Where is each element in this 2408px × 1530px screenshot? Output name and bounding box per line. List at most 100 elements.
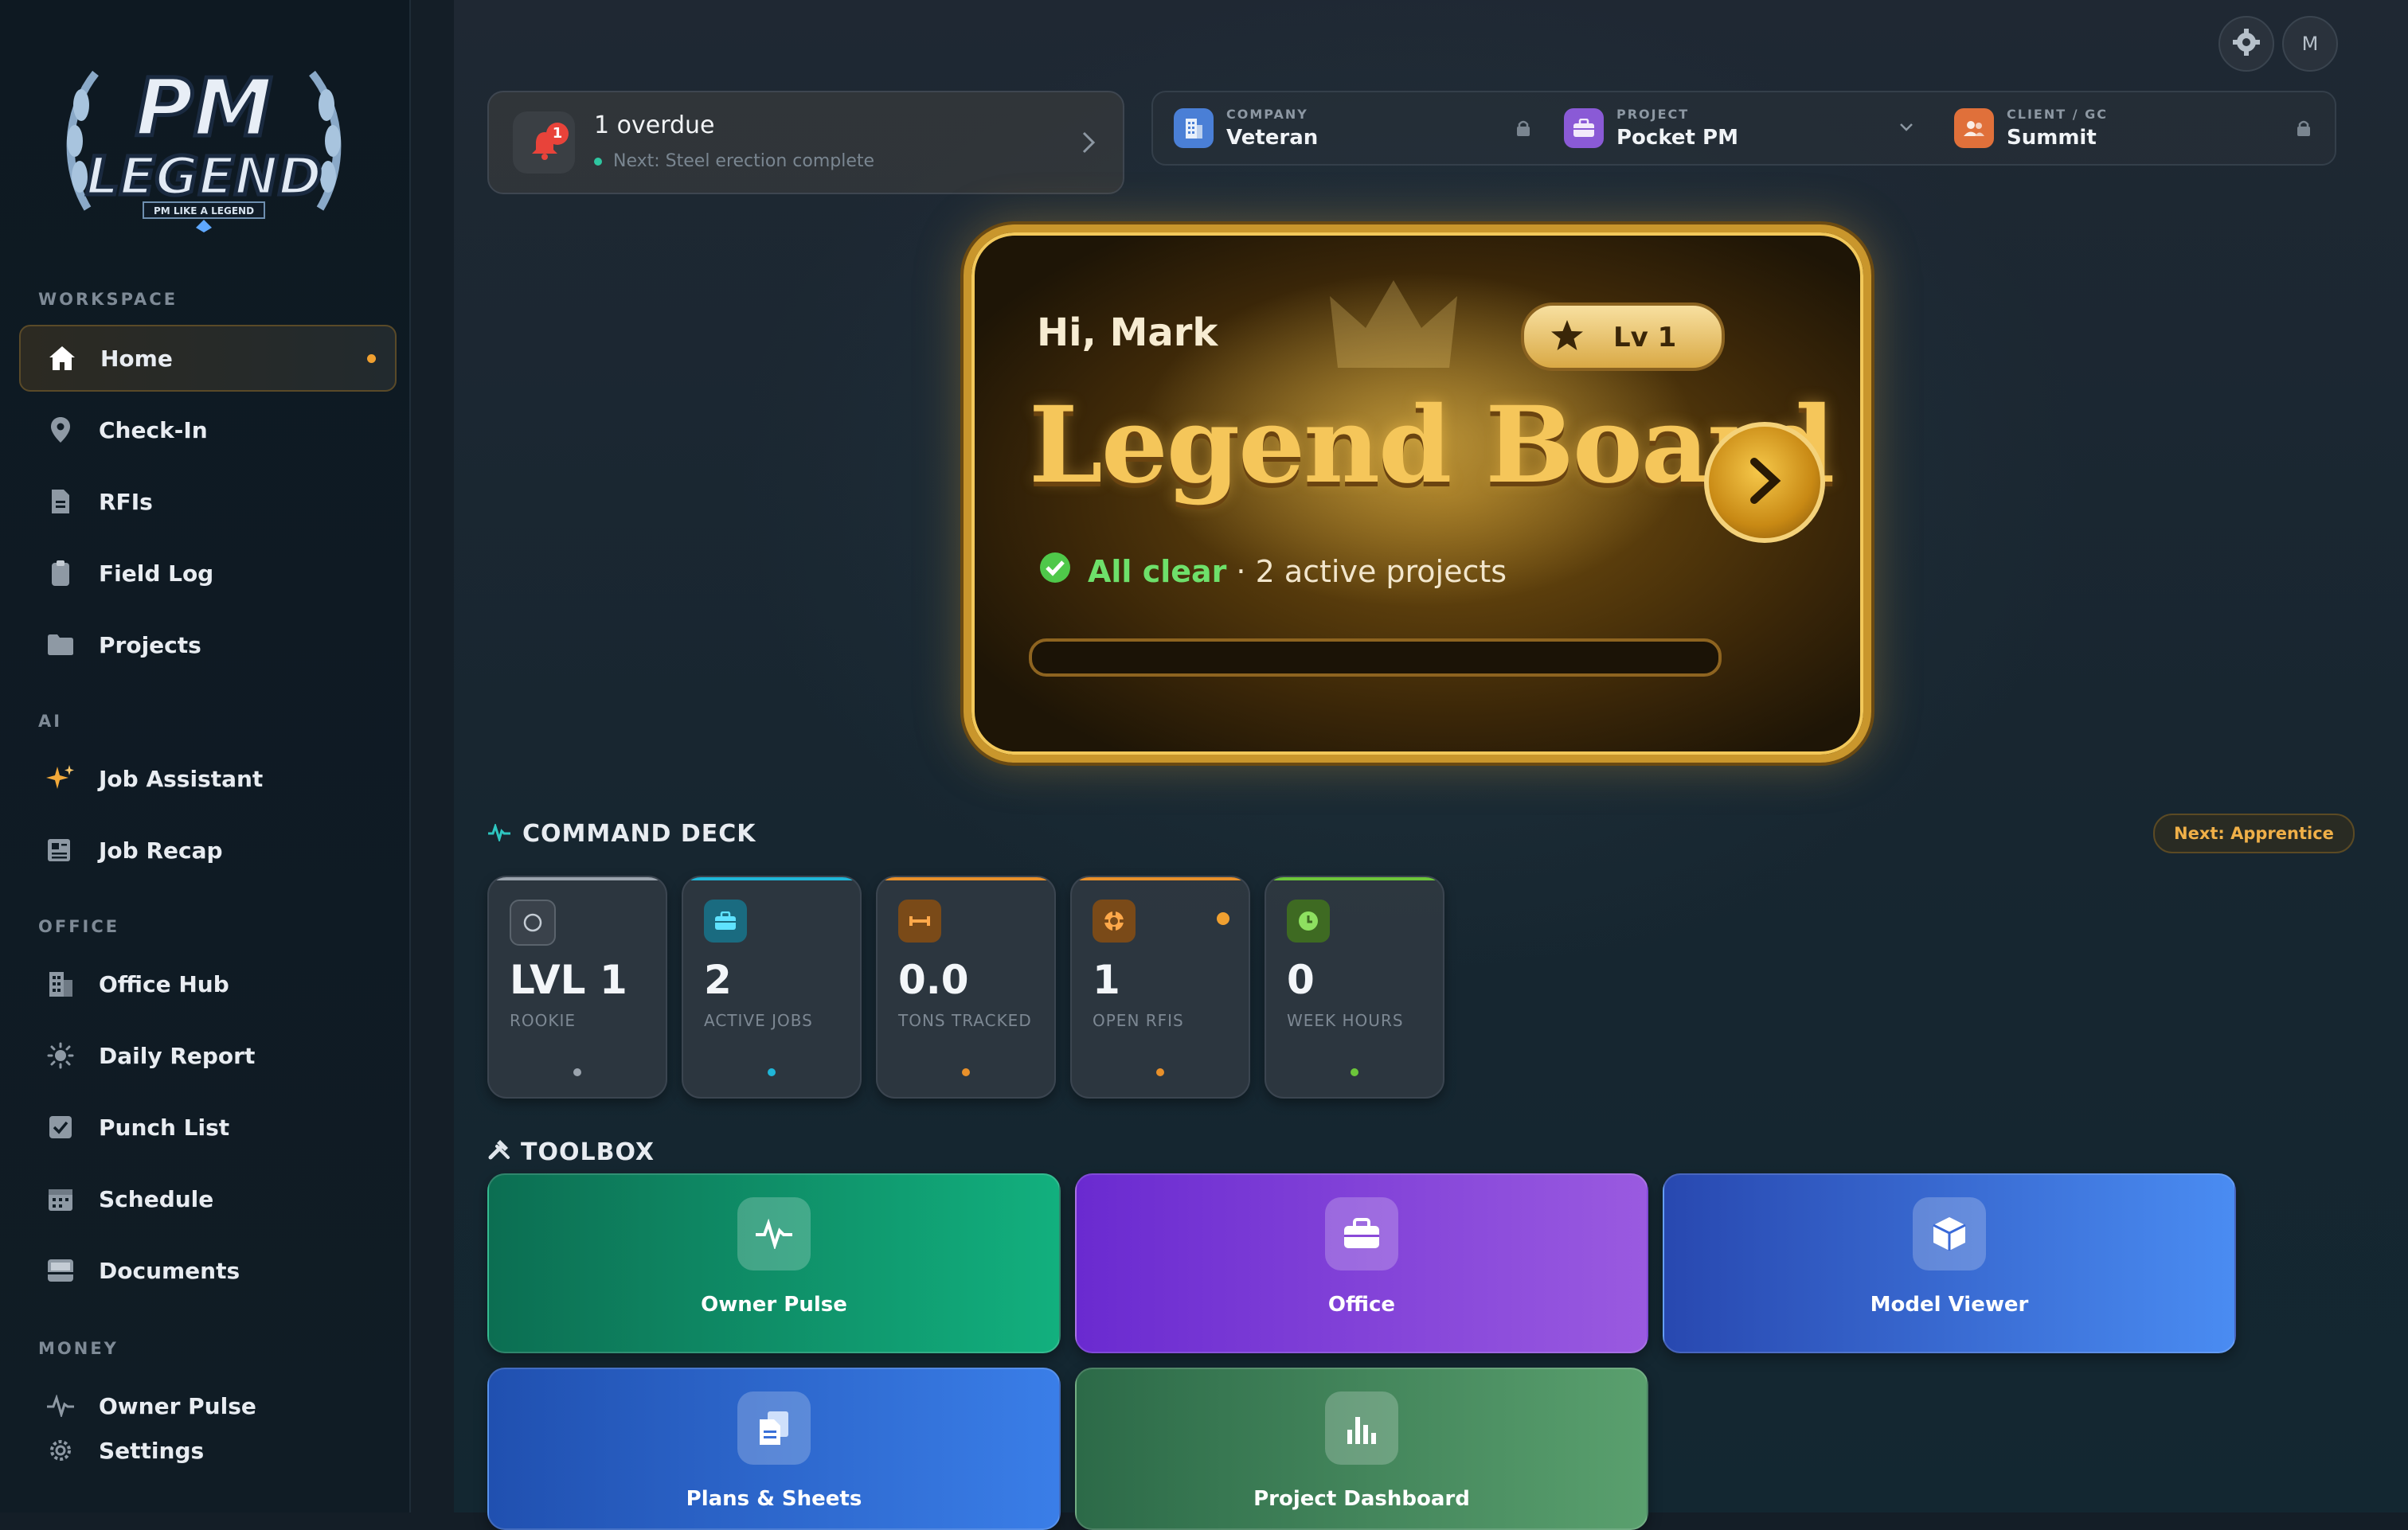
briefcase-icon bbox=[1325, 1197, 1398, 1270]
project-selector[interactable]: PROJECT Pocket PM bbox=[1543, 92, 1933, 164]
gear-icon bbox=[45, 1434, 76, 1466]
tool-owner-pulse[interactable]: Owner Pulse bbox=[487, 1173, 1061, 1353]
overdue-alert-card[interactable]: 1 1 overdue Next: Steel erection complet… bbox=[487, 91, 1124, 194]
tool-label: Office bbox=[1327, 1293, 1396, 1317]
sidebar-item-home[interactable]: Home bbox=[19, 325, 397, 392]
stat-dot bbox=[768, 1068, 776, 1076]
briefcase-icon bbox=[1564, 108, 1604, 148]
stat-card-open-rfis[interactable]: 1 OPEN RFIS bbox=[1070, 876, 1250, 1099]
calendar-icon bbox=[45, 1183, 76, 1215]
cube-icon bbox=[1913, 1197, 1986, 1270]
sidebar-item-schedule[interactable]: Schedule bbox=[19, 1167, 393, 1231]
gear-icon bbox=[2232, 28, 2261, 60]
sidebar-gutter bbox=[411, 0, 454, 1512]
stat-card-active-jobs[interactable]: 2 ACTIVE JOBS bbox=[682, 876, 862, 1099]
sidebar-item-label: RFIs bbox=[99, 488, 153, 515]
clipboard-icon bbox=[45, 557, 76, 589]
tool-label: Plans & Sheets bbox=[686, 1487, 862, 1511]
sidebar-item-rfis[interactable]: RFIs bbox=[19, 470, 393, 533]
avatar-button[interactable]: M bbox=[2282, 16, 2338, 72]
sidebar-item-settings[interactable]: Settings bbox=[19, 1419, 393, 1482]
section-label-ai: AI bbox=[38, 712, 63, 731]
level-text: Lv 1 bbox=[1613, 322, 1677, 353]
tool-office[interactable]: Office bbox=[1075, 1173, 1648, 1353]
check-circle-icon bbox=[1038, 551, 1072, 591]
sidebar-item-label: Daily Report bbox=[99, 1042, 256, 1069]
users-icon bbox=[1954, 108, 1994, 148]
sidebar-item-punch-list[interactable]: Punch List bbox=[19, 1095, 393, 1159]
sidebar-item-label: Punch List bbox=[99, 1114, 230, 1141]
sidebar-item-check-in[interactable]: Check-In bbox=[19, 398, 393, 462]
client-value: Summit bbox=[2007, 126, 2097, 150]
stat-dot bbox=[573, 1068, 581, 1076]
stat-dot bbox=[962, 1068, 970, 1076]
settings-button[interactable] bbox=[2218, 16, 2274, 72]
stat-label: ACTIVE JOBS bbox=[704, 1011, 813, 1030]
company-selector[interactable]: COMPANY Veteran bbox=[1153, 92, 1543, 164]
building-icon bbox=[1174, 108, 1214, 148]
tool-label: Owner Pulse bbox=[701, 1293, 847, 1317]
lock-icon bbox=[1516, 119, 1530, 140]
tool-project-dashboard[interactable]: Project Dashboard bbox=[1075, 1368, 1648, 1530]
star-icon bbox=[1550, 318, 1585, 355]
app-logo[interactable]: PM LEGEND PM LIKE A LEGEND bbox=[64, 57, 344, 232]
open-board-button[interactable] bbox=[1704, 422, 1825, 543]
stat-value: 2 bbox=[704, 957, 732, 1003]
greeting: Hi, Mark bbox=[1037, 310, 1218, 355]
stat-label: OPEN RFIS bbox=[1093, 1011, 1184, 1030]
inbox-icon bbox=[45, 1255, 76, 1286]
sidebar-item-field-log[interactable]: Field Log bbox=[19, 541, 393, 605]
context-selector-bar: COMPANY Veteran PROJECT Pocket PM CLIENT… bbox=[1151, 91, 2336, 166]
pulse-icon bbox=[45, 1390, 76, 1422]
sidebar-item-label: Projects bbox=[99, 631, 201, 658]
stat-card-level[interactable]: LVL 1 ROOKIE bbox=[487, 876, 667, 1099]
briefcase-icon bbox=[704, 900, 747, 943]
section-label-workspace: WORKSPACE bbox=[38, 290, 178, 309]
sidebar-item-office-hub[interactable]: Office Hub bbox=[19, 952, 393, 1016]
bar-chart-icon bbox=[1325, 1391, 1398, 1465]
tool-label: Project Dashboard bbox=[1253, 1487, 1470, 1511]
sidebar-item-label: Job Recap bbox=[99, 837, 223, 864]
newspaper-icon bbox=[45, 834, 76, 866]
sidebar-item-job-recap[interactable]: Job Recap bbox=[19, 818, 393, 882]
sidebar-item-documents[interactable]: Documents bbox=[19, 1239, 393, 1302]
tools-icon bbox=[487, 1137, 511, 1167]
sidebar-item-daily-report[interactable]: Daily Report bbox=[19, 1024, 393, 1087]
clock-icon bbox=[1287, 900, 1330, 943]
stat-card-tons-tracked[interactable]: 0.0 TONS TRACKED bbox=[876, 876, 1056, 1099]
tool-model-viewer[interactable]: Model Viewer bbox=[1663, 1173, 2236, 1353]
chevron-right-icon bbox=[1081, 131, 1096, 158]
file-icon bbox=[45, 486, 76, 517]
toolbox-heading: TOOLBOX bbox=[487, 1137, 655, 1167]
client-label: CLIENT / GC bbox=[2007, 107, 2108, 122]
accent-line bbox=[1266, 877, 1443, 880]
stat-card-week-hours[interactable]: 0 WEEK HOURS bbox=[1265, 876, 1444, 1099]
sidebar-item-projects[interactable]: Projects bbox=[19, 613, 393, 677]
stat-dot bbox=[1156, 1068, 1164, 1076]
company-label: COMPANY bbox=[1226, 107, 1308, 122]
status-dot bbox=[594, 157, 602, 166]
home-icon bbox=[46, 342, 78, 374]
tool-label: Model Viewer bbox=[1870, 1293, 2029, 1317]
sidebar-item-label: Documents bbox=[99, 1257, 240, 1284]
lock-icon bbox=[2297, 119, 2311, 140]
sidebar-item-label: Field Log bbox=[99, 560, 214, 587]
tool-plans-sheets[interactable]: Plans & Sheets bbox=[487, 1368, 1061, 1530]
svg-text:PM LIKE A LEGEND: PM LIKE A LEGEND bbox=[154, 205, 254, 217]
sidebar-item-label: Schedule bbox=[99, 1185, 214, 1212]
client-selector[interactable]: CLIENT / GC Summit bbox=[1933, 92, 2332, 164]
legend-board-card[interactable]: Hi, Mark Lv 1 Legend Board All clear · 2… bbox=[964, 224, 1871, 763]
next-rank-badge[interactable]: Next: Apprentice bbox=[2153, 814, 2355, 853]
project-label: PROJECT bbox=[1616, 107, 1690, 122]
stat-value: 0 bbox=[1287, 957, 1315, 1003]
stat-dot bbox=[1351, 1068, 1358, 1076]
building-icon bbox=[45, 968, 76, 1000]
sidebar-item-job-assistant[interactable]: Job Assistant bbox=[19, 747, 393, 810]
accent-line bbox=[489, 877, 666, 880]
pulse-icon bbox=[487, 820, 511, 848]
command-deck-title: COMMAND DECK bbox=[522, 820, 756, 848]
sidebar-item-label: Office Hub bbox=[99, 970, 229, 997]
sidebar-item-label: Owner Pulse bbox=[99, 1392, 256, 1419]
chevron-down-icon bbox=[1898, 121, 1914, 136]
checkbox-icon bbox=[45, 1111, 76, 1143]
